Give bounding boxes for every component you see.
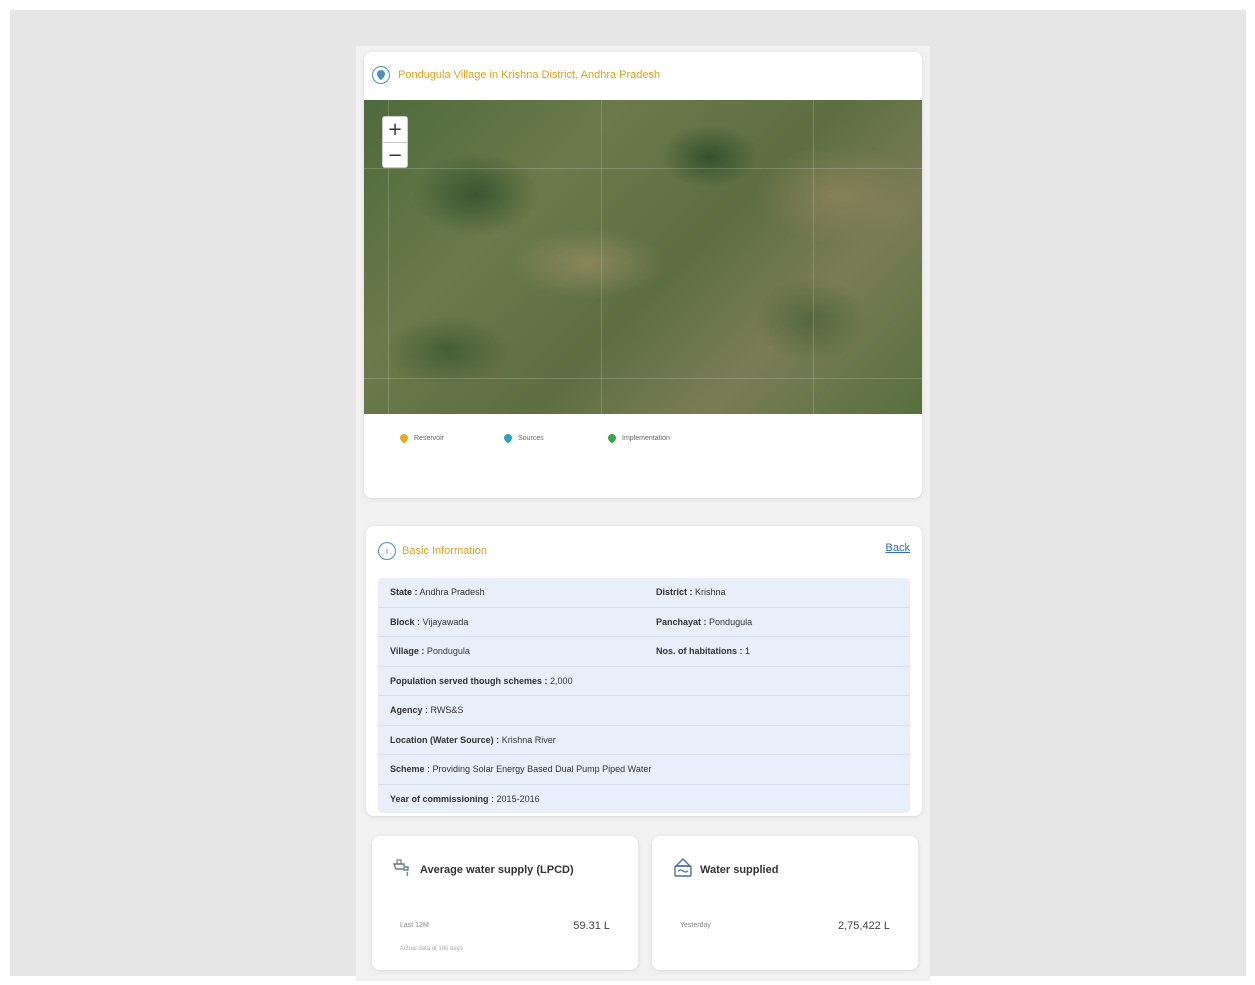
stat-note: Actual data of 180 days — [400, 946, 463, 952]
avg-water-supply-card: Average water supply (LPCD) Last 12M Act… — [372, 836, 638, 970]
map-legend: Reservoir Sources Implementation — [398, 428, 880, 448]
info-cell-block: Block : Vijayawada — [390, 616, 469, 627]
info-title: Basic Information — [402, 545, 487, 557]
info-table: State : Andhra Pradesh District : Krishn… — [378, 578, 910, 813]
info-row: Agency : RWS&S — [378, 696, 910, 726]
stat-period: Yesterday — [680, 922, 711, 929]
map-card-header: Pondugula Village in Krishna District, A… — [372, 64, 660, 86]
info-row: Population served though schemes : 2,000 — [378, 666, 910, 696]
info-row: Location (Water Source) : Krishna River — [378, 725, 910, 755]
map-grid-line — [601, 100, 602, 414]
zoom-in-button[interactable]: + — [383, 117, 407, 142]
legend-item-reservoir: Reservoir — [398, 432, 504, 444]
stat-value: 2,75,422 L — [838, 920, 890, 932]
info-row: State : Andhra Pradesh District : Krishn… — [378, 578, 910, 608]
satellite-map[interactable]: + − — [364, 100, 922, 414]
legend-item-implementation: Implementation — [606, 432, 728, 444]
tap-icon — [392, 858, 414, 881]
basic-info-card: i Basic Information Back State : Andhra … — [366, 526, 922, 816]
zoom-control: + − — [382, 116, 408, 168]
info-cell-scheme: Scheme : Providing Solar Energy Based Du… — [390, 764, 652, 775]
stat-title: Average water supply (LPCD) — [420, 863, 574, 876]
map-grid-line — [364, 378, 922, 379]
water-supplied-card: Water supplied Yesterday 2,75,422 L — [652, 836, 918, 970]
info-cell-state: State : Andhra Pradesh — [390, 587, 485, 598]
stat-period: Last 12M — [400, 922, 429, 929]
legend-item-sources: Sources — [502, 432, 608, 444]
map-grid-line — [364, 168, 922, 169]
zoom-out-button[interactable]: − — [383, 142, 407, 168]
info-cell-village: Village : Pondugula — [390, 646, 470, 657]
back-link[interactable]: Back — [886, 542, 910, 554]
map-card: Pondugula Village in Krishna District, A… — [364, 52, 922, 498]
location-pin-icon — [372, 66, 390, 84]
stat-value: 59.31 L — [573, 920, 610, 932]
source-pin-icon — [502, 432, 514, 444]
info-cell-district: District : Krishna — [656, 587, 726, 598]
info-row: Year of commissioning : 2015-2016 — [378, 784, 910, 813]
map-grid-line — [813, 100, 814, 414]
reservoir-pin-icon — [398, 432, 410, 444]
info-cell-panchayat: Panchayat : Pondugula — [656, 616, 753, 627]
content-column: Pondugula Village in Krishna District, A… — [356, 46, 930, 981]
info-cell-location: Location (Water Source) : Krishna River — [390, 734, 556, 745]
map-title: Pondugula Village in Krishna District, A… — [398, 69, 661, 81]
info-title-group: i Basic Information — [378, 542, 487, 560]
page-background: Pondugula Village in Krishna District, A… — [10, 10, 1246, 981]
info-row: Scheme : Providing Solar Energy Based Du… — [378, 755, 910, 785]
legend-label: Implementation — [622, 434, 670, 442]
tank-icon — [672, 858, 694, 881]
legend-label: Sources — [518, 434, 544, 442]
info-icon: i — [378, 542, 396, 560]
info-cell-habitations: Nos. of habitations : 1 — [656, 646, 751, 657]
info-row: Block : Vijayawada Panchayat : Pondugula — [378, 607, 910, 637]
legend-label: Reservoir — [414, 434, 444, 442]
stat-title: Water supplied — [700, 863, 779, 876]
info-row: Village : Pondugula Nos. of habitations … — [378, 637, 910, 667]
info-cell-agency: Agency : RWS&S — [390, 705, 464, 716]
info-cell-population: Population served though schemes : 2,000 — [390, 675, 573, 686]
info-cell-year: Year of commissioning : 2015-2016 — [390, 793, 540, 804]
stat-header: Average water supply (LPCD) — [392, 858, 574, 881]
stat-header: Water supplied — [672, 858, 778, 881]
implementation-pin-icon — [606, 432, 618, 444]
info-card-header: i Basic Information Back — [378, 542, 910, 562]
